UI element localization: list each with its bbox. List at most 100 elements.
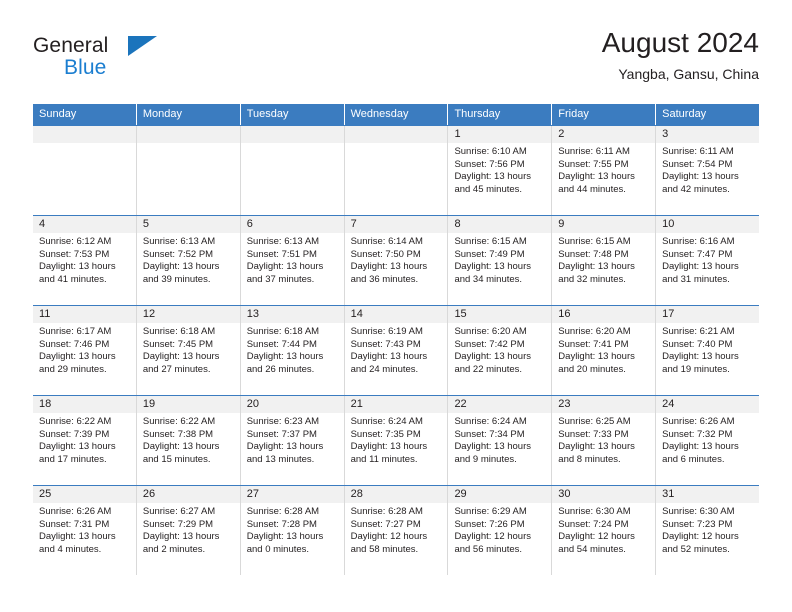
- day-cell[interactable]: 16 Sunrise: 6:20 AM Sunset: 7:41 PM Dayl…: [552, 306, 657, 395]
- sunrise-text: Sunrise: 6:30 AM: [662, 506, 735, 517]
- sunrise-text: Sunrise: 6:16 AM: [662, 236, 735, 247]
- day-cell[interactable]: 9 Sunrise: 6:15 AM Sunset: 7:48 PM Dayli…: [552, 216, 657, 305]
- sunset-text: Sunset: 7:42 PM: [454, 338, 525, 350]
- day-number: 10: [656, 216, 760, 233]
- sunrise-text: Sunrise: 6:18 AM: [142, 326, 216, 337]
- daylight-text-line1: Daylight: 13 hours: [39, 261, 116, 273]
- daylight-text-line2: and 13 minutes.: [246, 453, 315, 465]
- daylight-text-line1: Daylight: 12 hours: [454, 531, 532, 543]
- sunrise-text: Sunrise: 6:26 AM: [662, 416, 735, 427]
- day-cell[interactable]: 11 Sunrise: 6:17 AM Sunset: 7:46 PM Dayl…: [33, 306, 137, 395]
- day-details: Sunrise: 6:27 AM Sunset: 7:29 PM Dayligh…: [137, 503, 240, 556]
- week-row: 1 Sunrise: 6:10 AM Sunset: 7:56 PM Dayli…: [33, 125, 760, 215]
- day-cell[interactable]: 23 Sunrise: 6:25 AM Sunset: 7:33 PM Dayl…: [552, 396, 657, 485]
- day-cell[interactable]: 13 Sunrise: 6:18 AM Sunset: 7:44 PM Dayl…: [240, 306, 345, 395]
- day-cell[interactable]: 12 Sunrise: 6:18 AM Sunset: 7:45 PM Dayl…: [136, 306, 241, 395]
- day-details: Sunrise: 6:15 AM Sunset: 7:48 PM Dayligh…: [552, 233, 655, 286]
- day-cell[interactable]: 21 Sunrise: 6:24 AM Sunset: 7:35 PM Dayl…: [344, 396, 449, 485]
- day-cell[interactable]: [240, 126, 345, 215]
- sunrise-text: Sunrise: 6:14 AM: [350, 236, 423, 247]
- day-cell[interactable]: 14 Sunrise: 6:19 AM Sunset: 7:43 PM Dayl…: [344, 306, 449, 395]
- day-cell[interactable]: 5 Sunrise: 6:13 AM Sunset: 7:52 PM Dayli…: [136, 216, 241, 305]
- daylight-text-line1: Daylight: 13 hours: [142, 531, 220, 543]
- day-number: 17: [656, 306, 760, 323]
- day-cell[interactable]: 29 Sunrise: 6:29 AM Sunset: 7:26 PM Dayl…: [448, 486, 553, 575]
- day-cell[interactable]: 31 Sunrise: 6:30 AM Sunset: 7:23 PM Dayl…: [656, 486, 760, 575]
- day-details: Sunrise: 6:14 AM Sunset: 7:50 PM Dayligh…: [345, 233, 448, 286]
- day-details: Sunrise: 6:20 AM Sunset: 7:41 PM Dayligh…: [552, 323, 655, 376]
- day-number: 13: [240, 306, 344, 323]
- sunset-text: Sunset: 7:26 PM: [454, 518, 525, 530]
- day-cell[interactable]: 28 Sunrise: 6:28 AM Sunset: 7:27 PM Dayl…: [344, 486, 449, 575]
- day-details: Sunrise: 6:29 AM Sunset: 7:26 PM Dayligh…: [448, 503, 551, 556]
- sunrise-text: Sunrise: 6:20 AM: [558, 326, 631, 337]
- daylight-text-line1: Daylight: 13 hours: [39, 531, 116, 543]
- sunset-text: Sunset: 7:40 PM: [662, 338, 733, 350]
- daylight-text-line2: and 36 minutes.: [350, 273, 419, 285]
- day-cell[interactable]: [33, 126, 137, 215]
- day-cell[interactable]: 10 Sunrise: 6:16 AM Sunset: 7:47 PM Dayl…: [656, 216, 760, 305]
- triangle-icon: [128, 36, 157, 56]
- day-details: Sunrise: 6:25 AM Sunset: 7:33 PM Dayligh…: [552, 413, 655, 466]
- day-details: Sunrise: 6:11 AM Sunset: 7:55 PM Dayligh…: [552, 143, 655, 196]
- daylight-text-line2: and 56 minutes.: [454, 543, 523, 555]
- day-cell[interactable]: 8 Sunrise: 6:15 AM Sunset: 7:49 PM Dayli…: [448, 216, 553, 305]
- day-cell[interactable]: 20 Sunrise: 6:23 AM Sunset: 7:37 PM Dayl…: [240, 396, 345, 485]
- daylight-text-line1: Daylight: 13 hours: [350, 261, 428, 273]
- day-cell[interactable]: 4 Sunrise: 6:12 AM Sunset: 7:53 PM Dayli…: [33, 216, 137, 305]
- daylight-text-line1: Daylight: 13 hours: [662, 261, 739, 273]
- day-cell[interactable]: 22 Sunrise: 6:24 AM Sunset: 7:34 PM Dayl…: [448, 396, 553, 485]
- daylight-text-line2: and 0 minutes.: [246, 543, 310, 555]
- day-cell[interactable]: 1 Sunrise: 6:10 AM Sunset: 7:56 PM Dayli…: [448, 126, 553, 215]
- day-cell[interactable]: 7 Sunrise: 6:14 AM Sunset: 7:50 PM Dayli…: [344, 216, 449, 305]
- week-row: 4 Sunrise: 6:12 AM Sunset: 7:53 PM Dayli…: [33, 215, 760, 305]
- day-cell[interactable]: 25 Sunrise: 6:26 AM Sunset: 7:31 PM Dayl…: [33, 486, 137, 575]
- day-details: [345, 143, 448, 146]
- sunrise-text: Sunrise: 6:28 AM: [246, 506, 320, 517]
- sunset-text: Sunset: 7:44 PM: [246, 338, 317, 350]
- daylight-text-line1: Daylight: 13 hours: [142, 351, 220, 363]
- daylight-text-line2: and 19 minutes.: [662, 363, 730, 375]
- day-number: [344, 126, 448, 143]
- day-number: 16: [552, 306, 656, 323]
- sunset-text: Sunset: 7:41 PM: [558, 338, 629, 350]
- day-details: Sunrise: 6:10 AM Sunset: 7:56 PM Dayligh…: [448, 143, 551, 196]
- page-header: General Blue August 2024 Yangba, Gansu, …: [33, 26, 759, 98]
- day-number: 14: [344, 306, 448, 323]
- day-cell[interactable]: 3 Sunrise: 6:11 AM Sunset: 7:54 PM Dayli…: [656, 126, 760, 215]
- daylight-text-line2: and 6 minutes.: [662, 453, 725, 465]
- day-cell[interactable]: 17 Sunrise: 6:21 AM Sunset: 7:40 PM Dayl…: [656, 306, 760, 395]
- day-number: 19: [136, 396, 240, 413]
- day-cell[interactable]: 15 Sunrise: 6:20 AM Sunset: 7:42 PM Dayl…: [448, 306, 553, 395]
- daylight-text-line2: and 54 minutes.: [558, 543, 626, 555]
- sunset-text: Sunset: 7:45 PM: [142, 338, 214, 350]
- daylight-text-line2: and 20 minutes.: [558, 363, 626, 375]
- sunset-text: Sunset: 7:29 PM: [142, 518, 214, 530]
- sunset-text: Sunset: 7:47 PM: [662, 248, 733, 260]
- daylight-text-line1: Daylight: 13 hours: [39, 441, 116, 453]
- day-details: Sunrise: 6:17 AM Sunset: 7:46 PM Dayligh…: [33, 323, 136, 376]
- day-cell[interactable]: 19 Sunrise: 6:22 AM Sunset: 7:38 PM Dayl…: [136, 396, 241, 485]
- sunrise-text: Sunrise: 6:20 AM: [454, 326, 527, 337]
- sunrise-text: Sunrise: 6:30 AM: [558, 506, 631, 517]
- day-number: 2: [552, 126, 656, 143]
- day-cell[interactable]: 18 Sunrise: 6:22 AM Sunset: 7:39 PM Dayl…: [33, 396, 137, 485]
- day-cell[interactable]: 30 Sunrise: 6:30 AM Sunset: 7:24 PM Dayl…: [552, 486, 657, 575]
- day-cell[interactable]: 24 Sunrise: 6:26 AM Sunset: 7:32 PM Dayl…: [656, 396, 760, 485]
- day-cell[interactable]: 6 Sunrise: 6:13 AM Sunset: 7:51 PM Dayli…: [240, 216, 345, 305]
- weekday-header-wednesday: Wednesday: [345, 104, 449, 125]
- generalblue-logo[interactable]: General Blue: [33, 34, 223, 90]
- day-cell[interactable]: [344, 126, 449, 215]
- daylight-text-line1: Daylight: 13 hours: [662, 171, 739, 183]
- daylight-text-line1: Daylight: 13 hours: [39, 351, 116, 363]
- day-number: 28: [344, 486, 448, 503]
- day-cell[interactable]: 2 Sunrise: 6:11 AM Sunset: 7:55 PM Dayli…: [552, 126, 657, 215]
- day-cell[interactable]: 26 Sunrise: 6:27 AM Sunset: 7:29 PM Dayl…: [136, 486, 241, 575]
- sunset-text: Sunset: 7:54 PM: [662, 158, 733, 170]
- day-details: Sunrise: 6:26 AM Sunset: 7:31 PM Dayligh…: [33, 503, 136, 556]
- day-cell[interactable]: 27 Sunrise: 6:28 AM Sunset: 7:28 PM Dayl…: [240, 486, 345, 575]
- sunset-text: Sunset: 7:23 PM: [662, 518, 733, 530]
- day-cell[interactable]: [136, 126, 241, 215]
- page-subtitle: Yangba, Gansu, China: [618, 66, 759, 82]
- day-number: 18: [33, 396, 136, 413]
